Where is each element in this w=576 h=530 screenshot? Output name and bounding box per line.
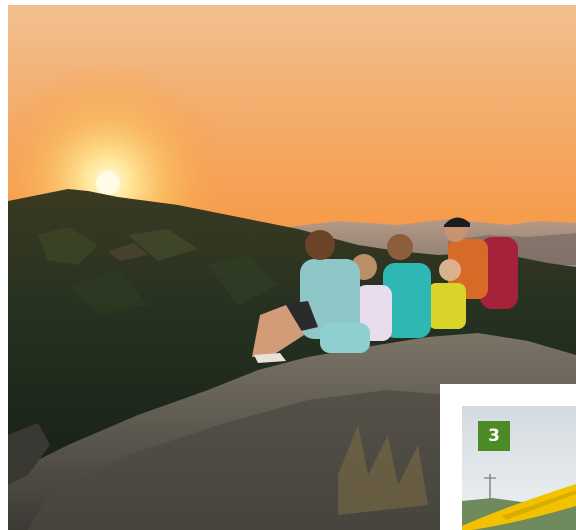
child-head xyxy=(439,259,461,281)
woman-head xyxy=(305,230,335,260)
sun xyxy=(96,171,120,195)
child-shirt xyxy=(428,283,466,329)
page: 3 xyxy=(0,0,576,530)
number-badge: 3 xyxy=(478,421,510,451)
woman-teal-head xyxy=(387,234,413,260)
gallery-card[interactable]: 3 xyxy=(440,384,576,530)
jacket-lap xyxy=(320,323,370,353)
